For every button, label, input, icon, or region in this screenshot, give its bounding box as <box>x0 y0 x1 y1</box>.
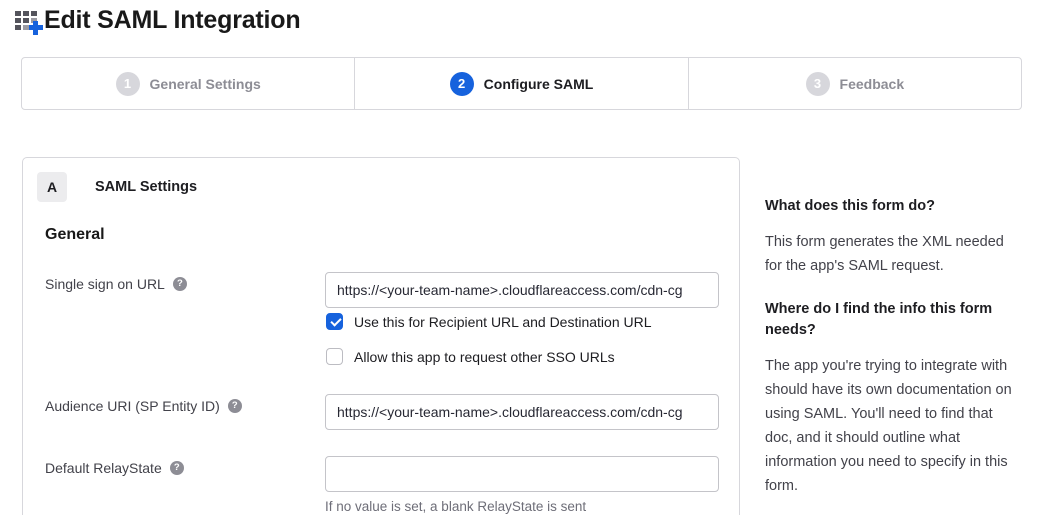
page: Edit SAML Integration 1 General Settings… <box>0 0 1063 515</box>
general-group-heading: General <box>45 226 105 244</box>
step-general-settings[interactable]: 1 General Settings <box>22 58 354 109</box>
help-icon[interactable]: ? <box>228 399 242 413</box>
saml-settings-panel: A SAML Settings General Single sign on U… <box>22 157 740 515</box>
other-sso-urls-checkbox-label: Allow this app to request other SSO URLs <box>354 349 615 365</box>
sso-url-input[interactable] <box>325 272 719 308</box>
checkbox-unchecked-icon[interactable] <box>326 348 343 365</box>
sidebar-answer-1: This form generates the XML needed for t… <box>765 230 1017 278</box>
section-title: SAML Settings <box>95 179 197 195</box>
section-header: A SAML Settings <box>37 172 197 202</box>
relaystate-helper-text: If no value is set, a blank RelayState i… <box>325 499 586 514</box>
help-icon[interactable]: ? <box>173 277 187 291</box>
sidebar-question-1: What does this form do? <box>765 196 1017 217</box>
step-number-badge: 1 <box>116 72 140 96</box>
default-relaystate-label: Default RelayState ? <box>45 460 184 476</box>
wizard-stepper: 1 General Settings 2 Configure SAML 3 Fe… <box>21 57 1022 110</box>
recipient-url-checkbox-row[interactable]: Use this for Recipient URL and Destinati… <box>326 313 652 330</box>
section-letter-badge: A <box>37 172 67 202</box>
default-relaystate-input[interactable] <box>325 456 719 492</box>
audience-uri-label: Audience URI (SP Entity ID) ? <box>45 398 242 414</box>
audience-uri-input[interactable] <box>325 394 719 430</box>
sso-url-label-text: Single sign on URL <box>45 276 165 292</box>
sidebar-answer-2: The app you're trying to integrate with … <box>765 354 1017 498</box>
step-label: General Settings <box>150 76 261 92</box>
step-configure-saml[interactable]: 2 Configure SAML <box>354 58 687 109</box>
default-relaystate-label-text: Default RelayState <box>45 460 162 476</box>
step-label: Feedback <box>840 76 905 92</box>
step-label: Configure SAML <box>484 76 594 92</box>
recipient-url-checkbox-label: Use this for Recipient URL and Destinati… <box>354 314 652 330</box>
audience-uri-label-text: Audience URI (SP Entity ID) <box>45 398 220 414</box>
page-header: Edit SAML Integration <box>15 6 300 35</box>
step-number-badge: 2 <box>450 72 474 96</box>
add-application-grid-plus-icon <box>15 9 40 35</box>
sidebar-question-2: Where do I find the info this form needs… <box>765 299 1017 341</box>
step-number-badge: 3 <box>806 72 830 96</box>
help-sidebar: What does this form do? This form genera… <box>765 196 1017 515</box>
page-title: Edit SAML Integration <box>44 6 300 35</box>
sso-url-label: Single sign on URL ? <box>45 276 187 292</box>
other-sso-urls-checkbox-row[interactable]: Allow this app to request other SSO URLs <box>326 348 615 365</box>
checkbox-checked-icon[interactable] <box>326 313 343 330</box>
step-feedback[interactable]: 3 Feedback <box>688 58 1021 109</box>
help-icon[interactable]: ? <box>170 461 184 475</box>
